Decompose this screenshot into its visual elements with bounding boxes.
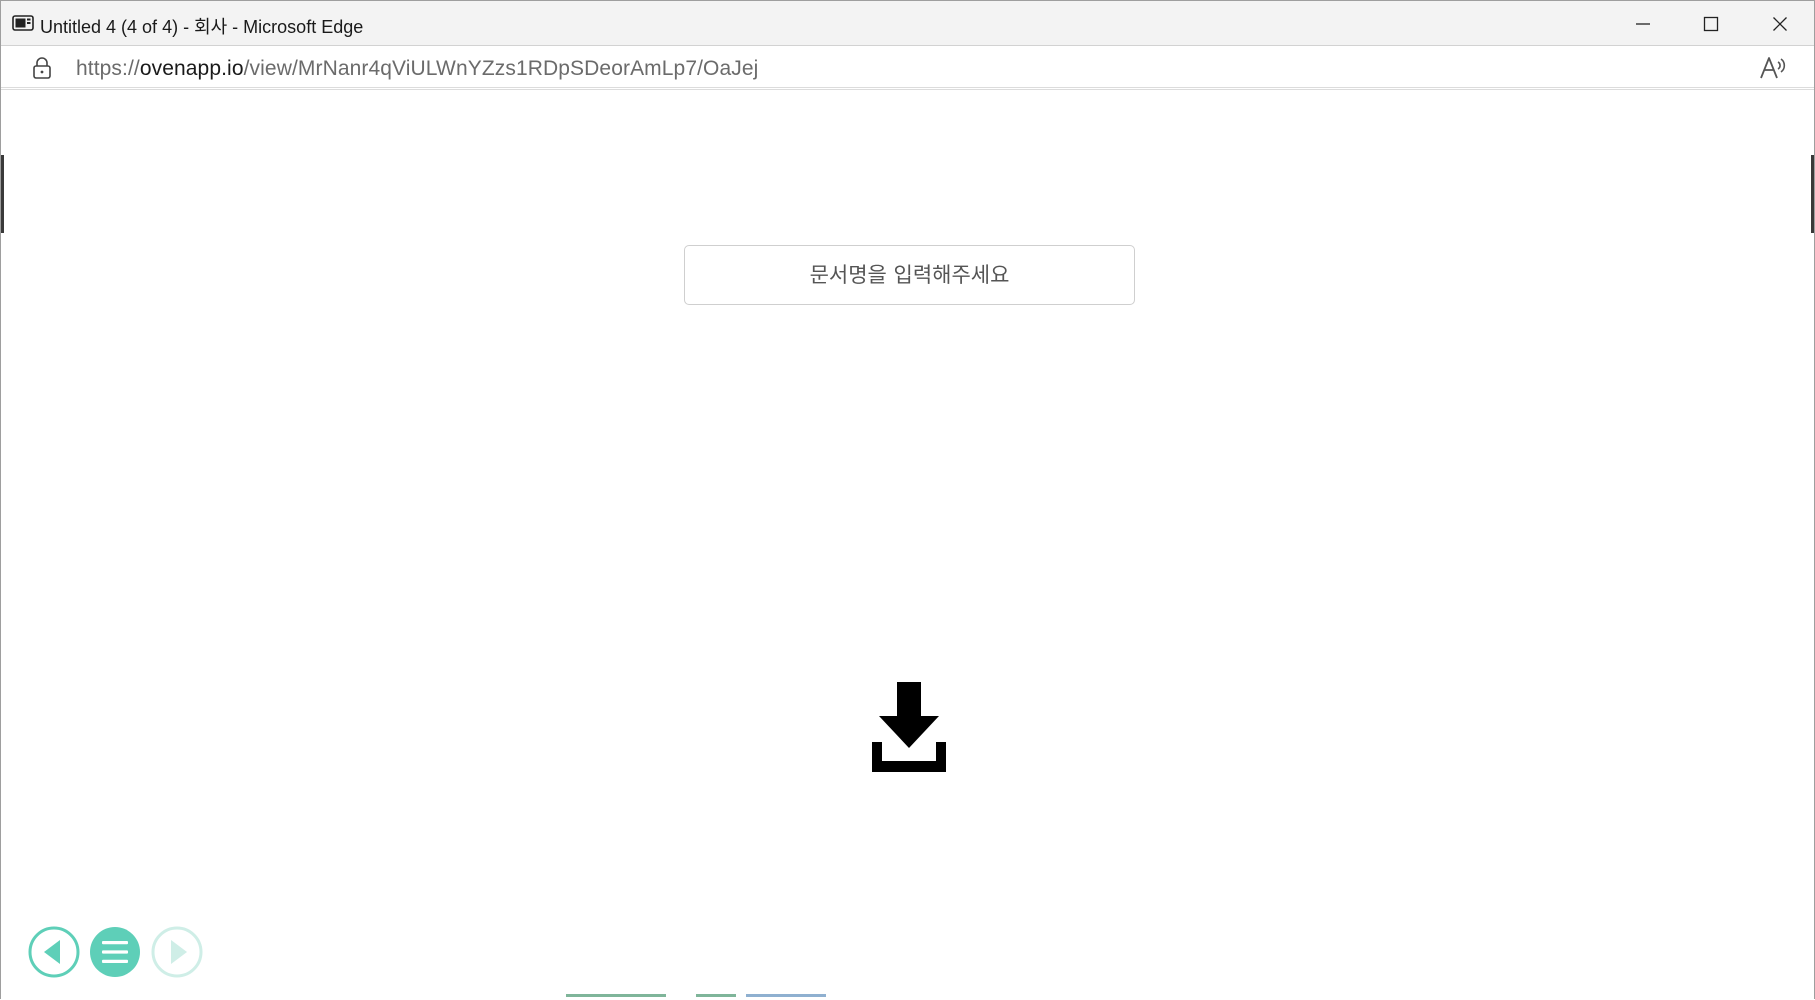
minimize-icon — [1636, 22, 1650, 25]
address-bar: https://ovenapp.io/view/MrNanr4qViULWnYZ… — [1, 46, 1814, 90]
next-page-button[interactable] — [151, 926, 203, 978]
lock-icon[interactable] — [31, 56, 53, 80]
minimize-button[interactable] — [1609, 1, 1677, 46]
page-content — [1, 93, 1814, 1000]
url-display[interactable]: https://ovenapp.io/view/MrNanr4qViULWnYZ… — [76, 57, 758, 81]
read-aloud-icon[interactable] — [1758, 54, 1788, 82]
document-name-input[interactable] — [684, 245, 1135, 305]
download-icon[interactable] — [872, 682, 946, 772]
url-scheme: https:// — [76, 57, 140, 80]
maximize-icon — [1703, 16, 1719, 31]
prev-page-icon — [44, 940, 60, 964]
close-icon — [1773, 16, 1787, 31]
close-button[interactable] — [1746, 1, 1814, 46]
left-edge-marker — [1, 155, 4, 233]
menu-button[interactable] — [89, 926, 141, 978]
title-bar: Untitled 4 (4 of 4) - 회사 - Microsoft Edg… — [1, 1, 1814, 46]
browser-window: Untitled 4 (4 of 4) - 회사 - Microsoft Edg… — [0, 0, 1815, 1000]
maximize-button[interactable] — [1677, 1, 1745, 46]
url-host: ovenapp.io — [139, 57, 244, 80]
right-edge-marker — [1811, 155, 1814, 233]
app-window-icon — [12, 15, 34, 31]
window-title: Untitled 4 (4 of 4) - 회사 - Microsoft Edg… — [40, 17, 364, 37]
prev-page-button[interactable] — [28, 926, 80, 978]
url-path: /view/MrNanr4qViULWnYZzs1RDpSDeorAmLp7/O… — [243, 57, 759, 80]
next-page-icon — [171, 940, 187, 964]
